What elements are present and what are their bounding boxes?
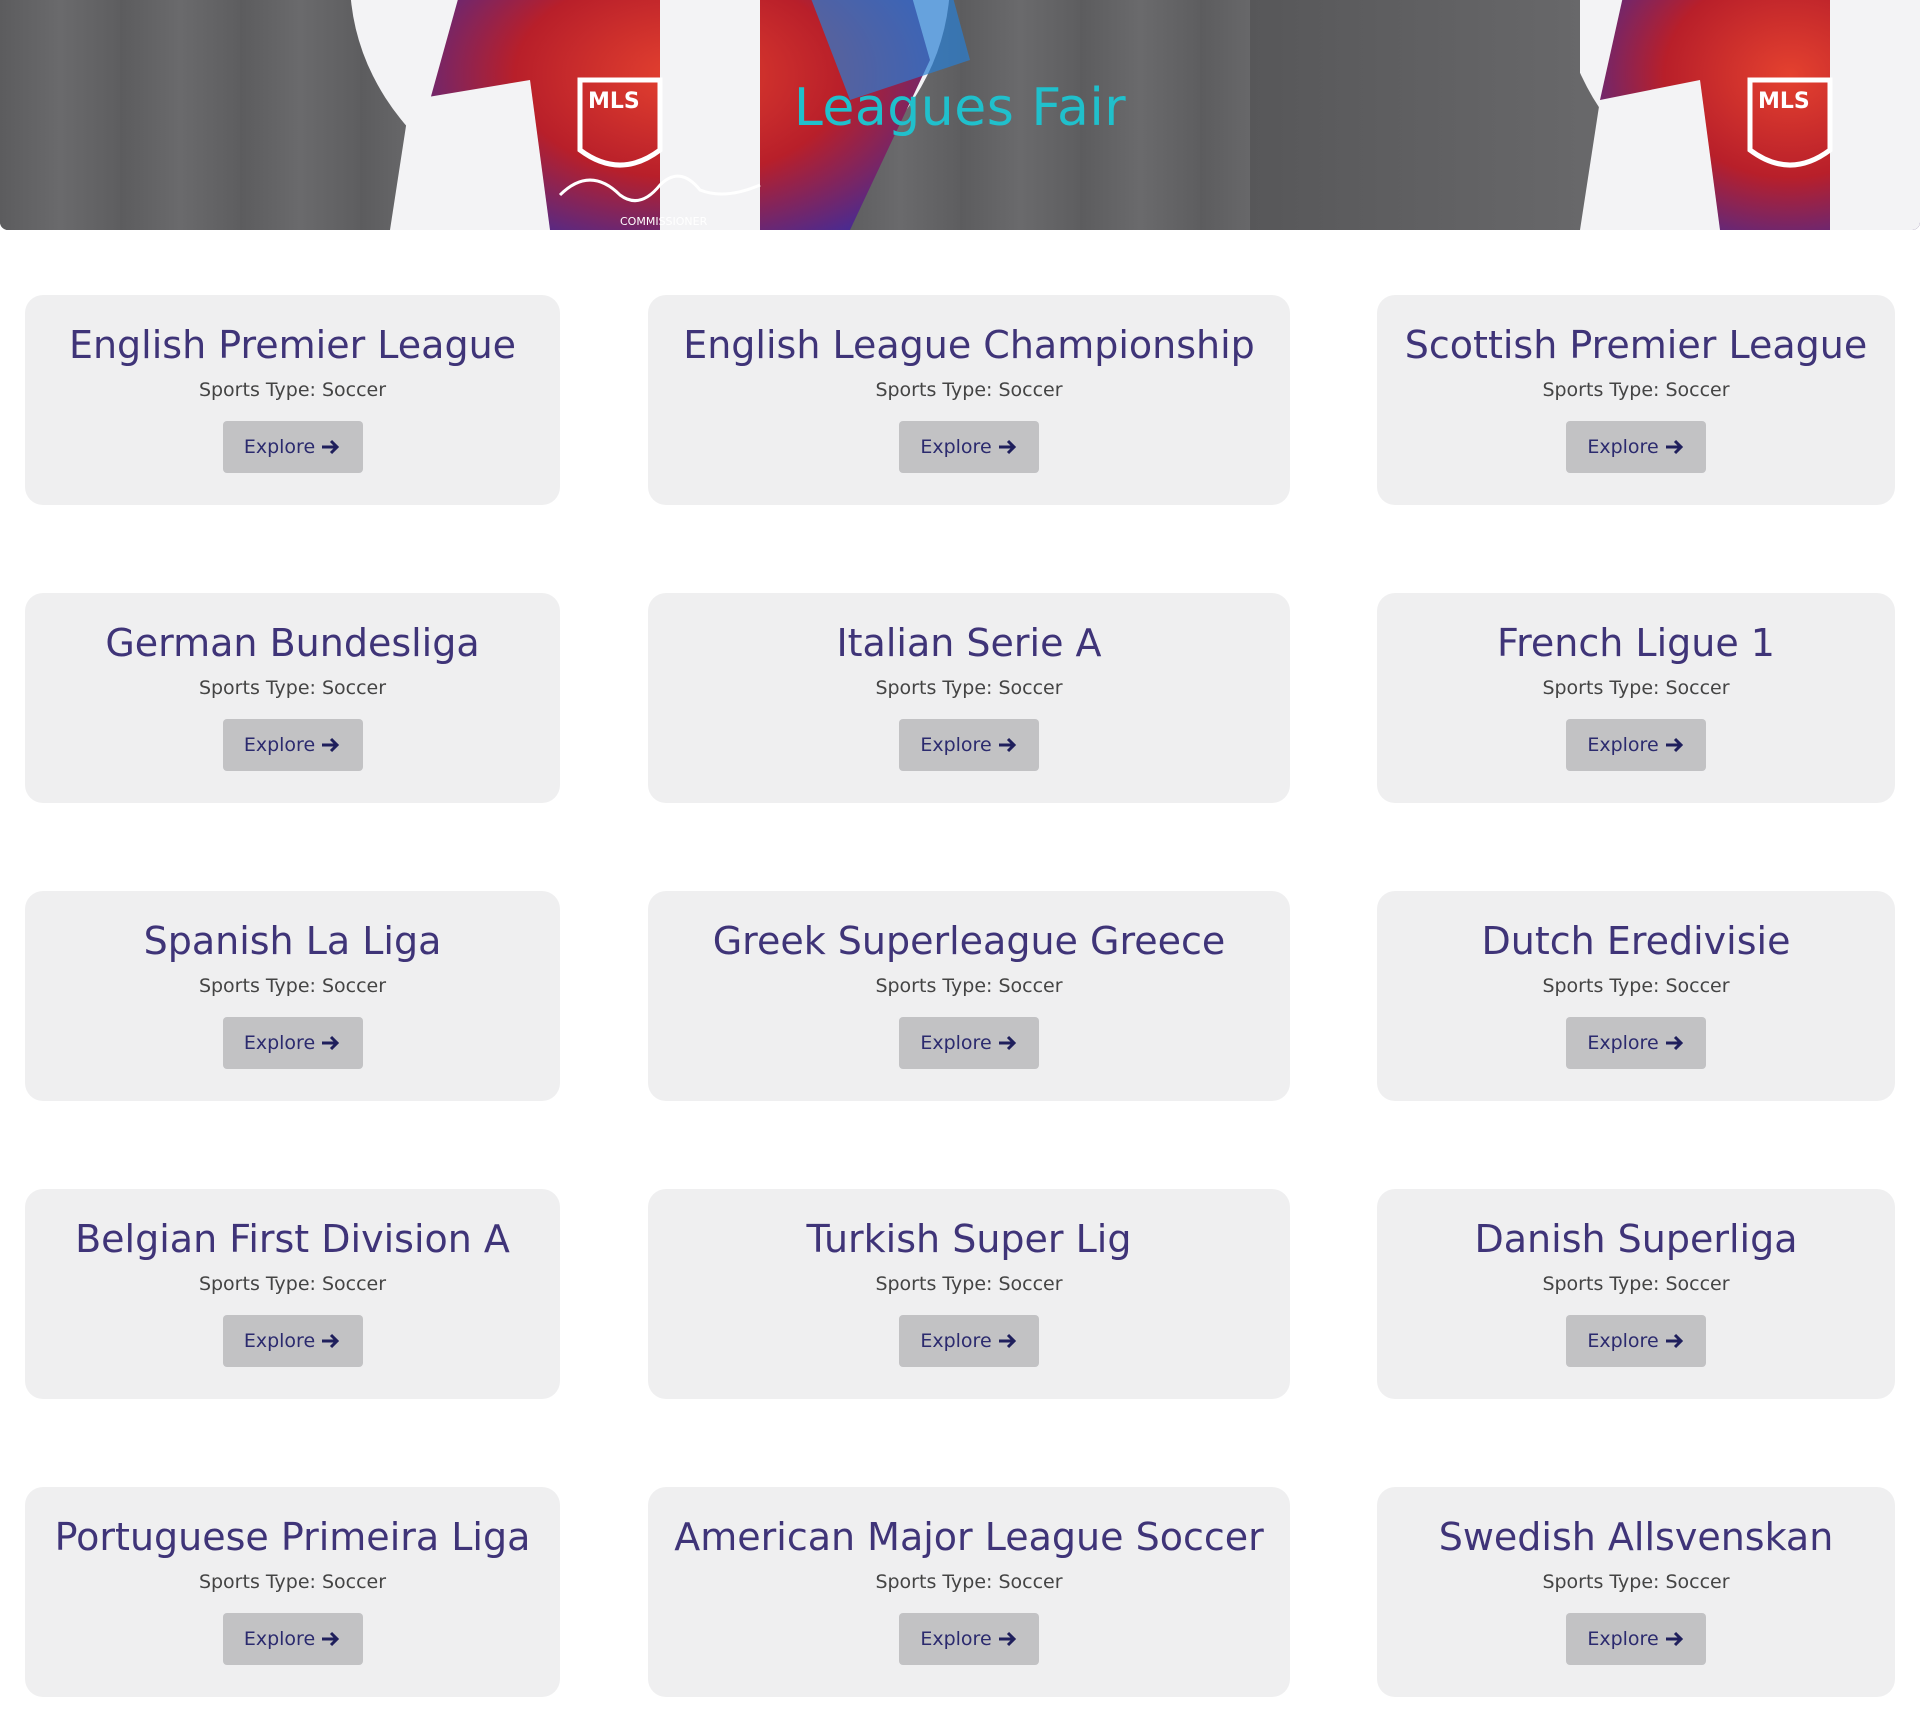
explore-button[interactable]: Explore bbox=[899, 719, 1039, 771]
sports-type: Sports Type: Soccer bbox=[198, 379, 387, 401]
explore-label: Explore bbox=[920, 1628, 992, 1650]
arrow-right-icon bbox=[322, 1035, 340, 1051]
explore-button[interactable]: Explore bbox=[222, 1315, 363, 1367]
explore-button[interactable]: Explore bbox=[899, 1017, 1039, 1069]
explore-label: Explore bbox=[1587, 1330, 1659, 1352]
league-name: Swedish Allsvenskan bbox=[1438, 1515, 1834, 1559]
league-name: Italian Serie A bbox=[836, 621, 1102, 665]
explore-label: Explore bbox=[243, 1330, 316, 1352]
arrow-right-icon bbox=[998, 1035, 1016, 1051]
explore-label: Explore bbox=[1587, 436, 1659, 458]
sports-type: Sports Type: Soccer bbox=[1542, 677, 1730, 699]
league-card: Dutch Eredivisie Sports Type: Soccer Exp… bbox=[1377, 891, 1895, 1101]
explore-button[interactable]: Explore bbox=[899, 1315, 1039, 1367]
arrow-right-icon bbox=[998, 439, 1016, 455]
explore-label: Explore bbox=[243, 436, 316, 458]
sports-type: Sports Type: Soccer bbox=[1542, 975, 1730, 997]
sports-type: Sports Type: Soccer bbox=[875, 677, 1063, 699]
sports-type: Sports Type: Soccer bbox=[875, 1273, 1063, 1295]
explore-label: Explore bbox=[1587, 1628, 1659, 1650]
explore-label: Explore bbox=[920, 1032, 992, 1054]
explore-label: Explore bbox=[243, 1628, 316, 1650]
sports-type: Sports Type: Soccer bbox=[198, 975, 387, 997]
league-card: German Bundesliga Sports Type: Soccer Ex… bbox=[25, 593, 560, 803]
league-card: Danish Superliga Sports Type: Soccer Exp… bbox=[1377, 1189, 1895, 1399]
ball-caption: COMMISSIONER bbox=[620, 215, 708, 228]
explore-label: Explore bbox=[920, 1330, 992, 1352]
league-name: Belgian First Division A bbox=[75, 1217, 510, 1261]
sports-type: Sports Type: Soccer bbox=[1542, 1571, 1730, 1593]
explore-button[interactable]: Explore bbox=[1566, 1017, 1706, 1069]
league-name: Spanish La Liga bbox=[143, 919, 442, 963]
league-card: Turkish Super Lig Sports Type: Soccer Ex… bbox=[648, 1189, 1290, 1399]
arrow-right-icon bbox=[322, 1631, 340, 1647]
explore-label: Explore bbox=[243, 734, 316, 756]
sports-type: Sports Type: Soccer bbox=[1542, 1273, 1730, 1295]
page-title: Leagues Fair bbox=[793, 78, 1127, 138]
league-name: English Premier League bbox=[68, 323, 517, 367]
explore-button[interactable]: Explore bbox=[222, 719, 363, 771]
sports-type: Sports Type: Soccer bbox=[875, 1571, 1063, 1593]
explore-button[interactable]: Explore bbox=[1566, 1315, 1706, 1367]
explore-button[interactable]: Explore bbox=[222, 1613, 363, 1665]
league-card: American Major League Soccer Sports Type… bbox=[648, 1487, 1290, 1697]
sports-type: Sports Type: Soccer bbox=[875, 379, 1063, 401]
league-card: French Ligue 1 Sports Type: Soccer Explo… bbox=[1377, 593, 1895, 803]
sports-type: Sports Type: Soccer bbox=[198, 1571, 387, 1593]
league-name: Turkish Super Lig bbox=[806, 1217, 1132, 1261]
explore-button[interactable]: Explore bbox=[899, 421, 1039, 473]
sports-type: Sports Type: Soccer bbox=[198, 677, 387, 699]
arrow-right-icon bbox=[1665, 1333, 1683, 1349]
arrow-right-icon bbox=[998, 737, 1016, 753]
league-card: Italian Serie A Sports Type: Soccer Expl… bbox=[648, 593, 1290, 803]
league-name: Danish Superliga bbox=[1474, 1217, 1798, 1261]
explore-button[interactable]: Explore bbox=[1566, 719, 1706, 771]
explore-label: Explore bbox=[920, 436, 992, 458]
league-name: English League Championship bbox=[683, 323, 1255, 367]
league-card: Greek Superleague Greece Sports Type: So… bbox=[648, 891, 1290, 1101]
sports-type: Sports Type: Soccer bbox=[1542, 379, 1730, 401]
arrow-right-icon bbox=[1665, 1631, 1683, 1647]
arrow-right-icon bbox=[1665, 1035, 1683, 1051]
arrow-right-icon bbox=[1665, 737, 1683, 753]
explore-button[interactable]: Explore bbox=[899, 1613, 1039, 1665]
explore-button[interactable]: Explore bbox=[1566, 1613, 1706, 1665]
league-card: Belgian First Division A Sports Type: So… bbox=[25, 1189, 560, 1399]
arrow-right-icon bbox=[998, 1333, 1016, 1349]
league-name: German Bundesliga bbox=[105, 621, 480, 665]
explore-label: Explore bbox=[243, 1032, 316, 1054]
league-card: Portuguese Primeira Liga Sports Type: So… bbox=[25, 1487, 560, 1697]
league-name: Dutch Eredivisie bbox=[1481, 919, 1791, 963]
arrow-right-icon bbox=[322, 1333, 340, 1349]
league-card: Swedish Allsvenskan Sports Type: Soccer … bbox=[1377, 1487, 1895, 1697]
league-card: English Premier League Sports Type: Socc… bbox=[25, 295, 560, 505]
explore-label: Explore bbox=[920, 734, 992, 756]
league-name: Scottish Premier League bbox=[1404, 323, 1868, 367]
arrow-right-icon bbox=[1665, 439, 1683, 455]
explore-label: Explore bbox=[1587, 1032, 1659, 1054]
explore-button[interactable]: Explore bbox=[1566, 421, 1706, 473]
league-name: Portuguese Primeira Liga bbox=[54, 1515, 531, 1559]
league-card: English League Championship Sports Type:… bbox=[648, 295, 1290, 505]
league-card: Scottish Premier League Sports Type: Soc… bbox=[1377, 295, 1895, 505]
league-card: Spanish La Liga Sports Type: Soccer Expl… bbox=[25, 891, 560, 1101]
sports-type: Sports Type: Soccer bbox=[875, 975, 1063, 997]
explore-button[interactable]: Explore bbox=[222, 421, 363, 473]
hero-banner: MLS COMMISSIONER MLS Leagues Fair bbox=[0, 0, 1920, 230]
arrow-right-icon bbox=[322, 439, 340, 455]
league-name: Greek Superleague Greece bbox=[712, 919, 1226, 963]
explore-button[interactable]: Explore bbox=[222, 1017, 363, 1069]
arrow-right-icon bbox=[998, 1631, 1016, 1647]
sports-type: Sports Type: Soccer bbox=[198, 1273, 387, 1295]
league-name: French Ligue 1 bbox=[1497, 621, 1775, 665]
explore-label: Explore bbox=[1587, 734, 1659, 756]
arrow-right-icon bbox=[322, 737, 340, 753]
league-name: American Major League Soccer bbox=[674, 1515, 1264, 1559]
